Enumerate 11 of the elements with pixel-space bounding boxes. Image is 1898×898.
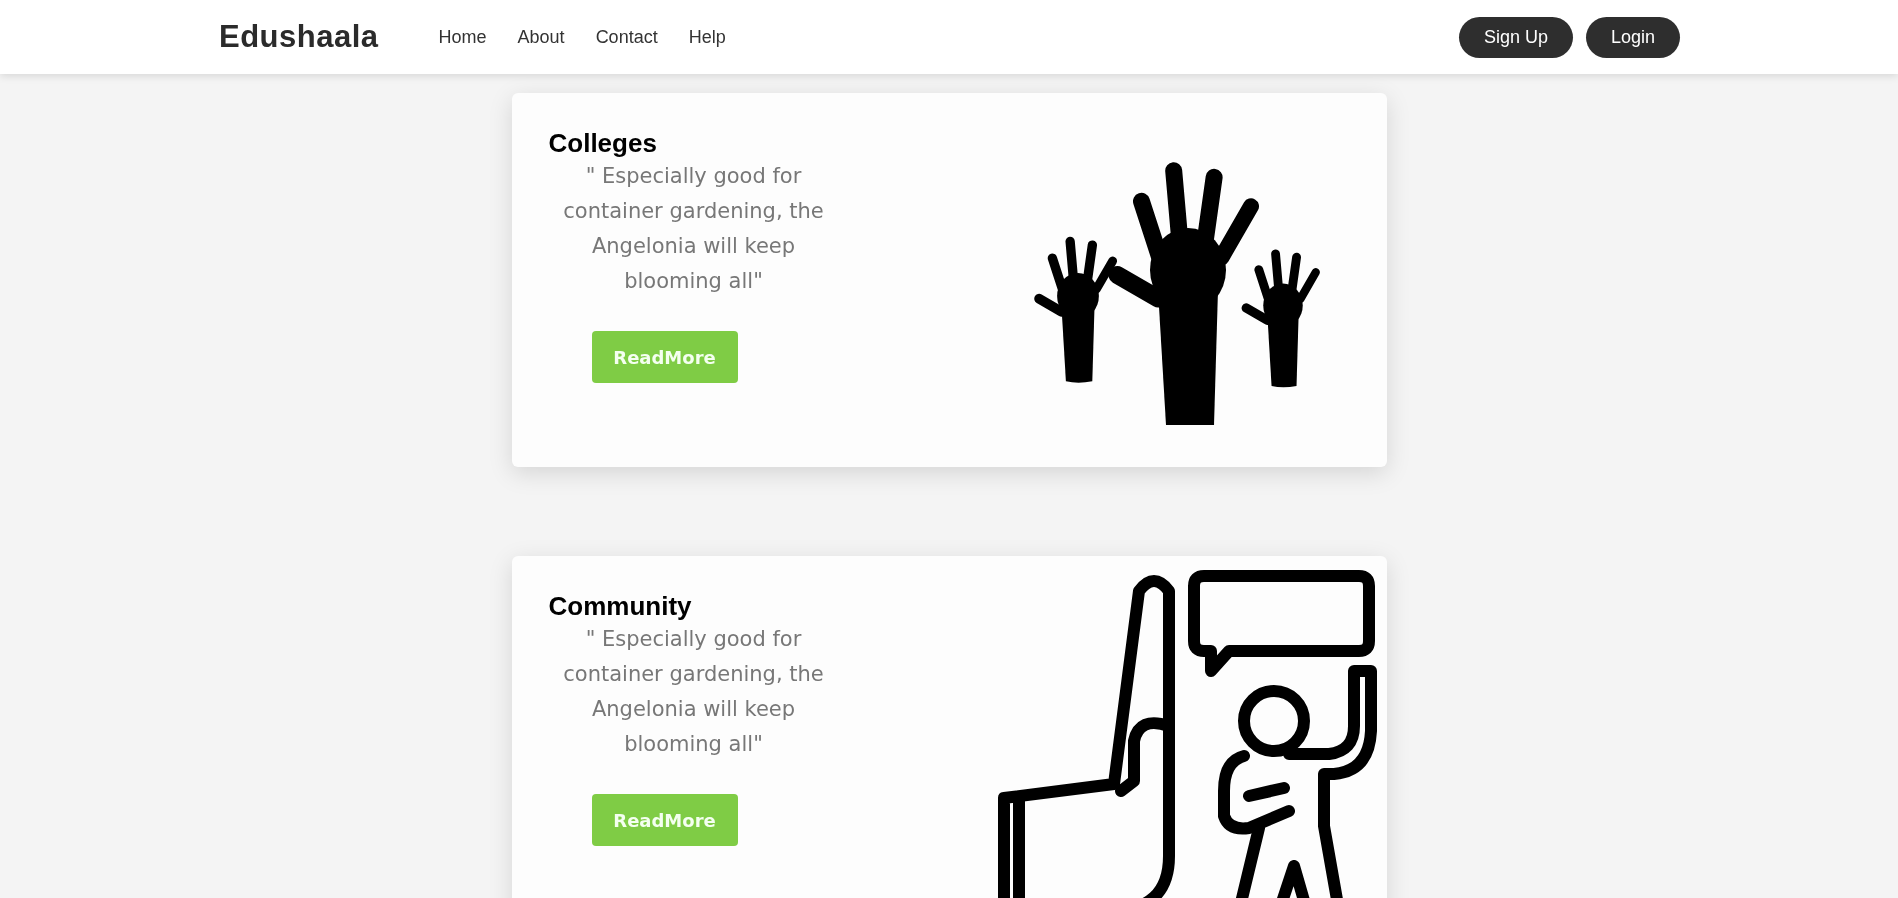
auth-button[interactable]: Sign Up [1458,16,1573,58]
nav-link[interactable]: Contact [595,26,658,48]
nav-link[interactable]: About [517,26,565,48]
nav-link[interactable]: Help [688,26,726,48]
brand-logo[interactable]: Edushaala [219,19,379,55]
card-title: Colleges [548,128,658,159]
nav-link[interactable]: Home [438,26,487,48]
card-quote: " Especially good for container gardening, the Angelonia will keep blooming all" [562,163,825,295]
card-title: Community [548,591,693,622]
card-quote: " Especially good for container gardening, the Angelonia will keep blooming all" [562,626,825,758]
auth-button[interactable]: Login [1585,16,1680,58]
